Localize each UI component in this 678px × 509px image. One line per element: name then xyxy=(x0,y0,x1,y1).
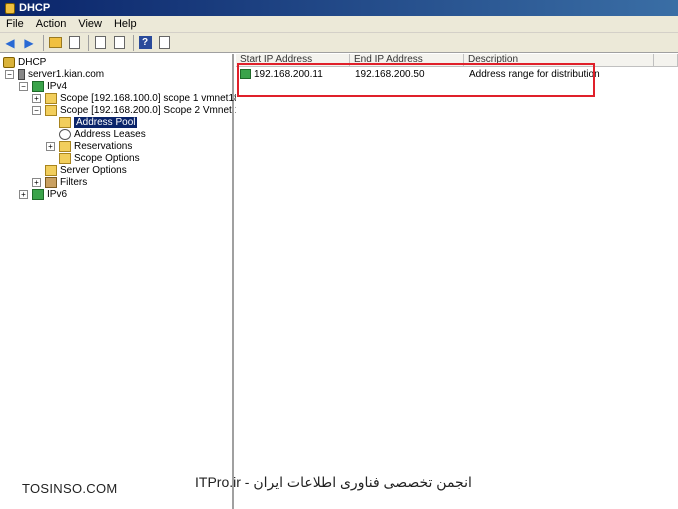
tree-label: Scope [192.168.100.0] scope 1 vmnet18 xyxy=(60,92,240,104)
menu-help[interactable]: Help xyxy=(108,18,143,30)
address-pool-icon xyxy=(59,116,71,128)
console-tree: DHCP − server1.kian.com − IPv4 + Scope [… xyxy=(0,54,246,509)
column-header-filler xyxy=(654,54,678,67)
tree-node-ipv6[interactable]: + IPv6 xyxy=(19,188,67,200)
tree-label: IPv4 xyxy=(47,80,68,92)
help-icon[interactable]: ? xyxy=(137,35,153,51)
collapse-icon[interactable]: − xyxy=(32,105,41,115)
menu-view[interactable]: View xyxy=(72,18,108,30)
tree-node-server[interactable]: − server1.kian.com xyxy=(5,68,104,80)
ipv6-icon xyxy=(32,188,44,200)
tree-node-ipv4[interactable]: − IPv4 xyxy=(19,80,67,92)
tree-node-dhcp[interactable]: DHCP xyxy=(3,56,46,68)
show-hide-tree-icon[interactable] xyxy=(66,35,82,51)
tree-label: Scope Options xyxy=(74,152,140,164)
watermark-left: TOSINSO.COM xyxy=(22,481,118,496)
tree-label: Filters xyxy=(60,176,88,188)
properties-icon[interactable] xyxy=(156,35,172,51)
tree-label: server1.kian.com xyxy=(28,68,105,80)
tree-label: DHCP xyxy=(18,56,47,68)
title-bar: DHCP xyxy=(0,0,678,16)
filter-icon xyxy=(45,176,57,188)
expand-icon[interactable]: + xyxy=(46,141,55,151)
dhcp-icon xyxy=(3,56,15,68)
results-pane: Start IP Address End IP Address Descript… xyxy=(236,54,678,509)
up-folder-icon[interactable] xyxy=(47,35,63,51)
expand-icon[interactable]: + xyxy=(32,93,41,103)
reservations-icon xyxy=(59,140,71,152)
folder-icon xyxy=(45,104,57,116)
tree-label: Reservations xyxy=(74,140,133,152)
toolbar-separator xyxy=(43,34,44,51)
ipv4-icon xyxy=(32,80,44,92)
toolbar: ◀ ▶ ? xyxy=(0,33,678,53)
expand-icon[interactable]: + xyxy=(32,177,41,187)
collapse-icon[interactable]: − xyxy=(5,69,14,79)
menu-action[interactable]: Action xyxy=(30,18,73,30)
server-icon xyxy=(18,68,25,80)
tree-label: Address Pool xyxy=(74,116,138,128)
tree-node-filters[interactable]: + Filters xyxy=(32,176,87,188)
server-options-icon xyxy=(45,164,57,176)
tree-node-scope-options[interactable]: Scope Options xyxy=(59,152,140,164)
toolbar-separator xyxy=(133,34,134,51)
folder-icon xyxy=(45,92,57,104)
collapse-icon[interactable]: − xyxy=(19,81,28,91)
toolbar-separator xyxy=(88,34,89,51)
highlight-box xyxy=(237,63,595,97)
dhcp-icon xyxy=(3,2,15,14)
tree-node-address-leases[interactable]: Address Leases xyxy=(59,128,146,140)
back-arrow-icon[interactable]: ◀ xyxy=(2,35,18,51)
tree-node-server-options[interactable]: Server Options xyxy=(45,164,127,176)
address-leases-icon xyxy=(59,128,71,140)
expand-icon[interactable]: + xyxy=(19,189,28,199)
tree-label: Server Options xyxy=(60,164,127,176)
tree-label: Address Leases xyxy=(74,128,146,140)
tree-label: IPv6 xyxy=(47,188,68,200)
export-list-icon[interactable] xyxy=(111,35,127,51)
tree-label: Scope [192.168.200.0] Scope 2 Vmnet 17 xyxy=(60,104,246,116)
watermark-center: انجمن تخصصی فناوری اطلاعات ایران - ITPro… xyxy=(195,474,472,490)
scope-options-icon xyxy=(59,152,71,164)
menu-file[interactable]: File xyxy=(0,18,30,30)
tree-node-address-pool[interactable]: Address Pool xyxy=(59,116,138,128)
tree-node-reservations[interactable]: + Reservations xyxy=(46,140,132,152)
menu-bar: File Action View Help xyxy=(0,16,678,33)
forward-arrow-icon[interactable]: ▶ xyxy=(21,35,37,51)
window-title: DHCP xyxy=(19,2,51,14)
tree-node-scope1[interactable]: + Scope [192.168.100.0] scope 1 vmnet18 xyxy=(32,92,240,104)
refresh-icon[interactable] xyxy=(92,35,108,51)
tree-node-scope2[interactable]: − Scope [192.168.200.0] Scope 2 Vmnet 17 xyxy=(32,104,246,116)
